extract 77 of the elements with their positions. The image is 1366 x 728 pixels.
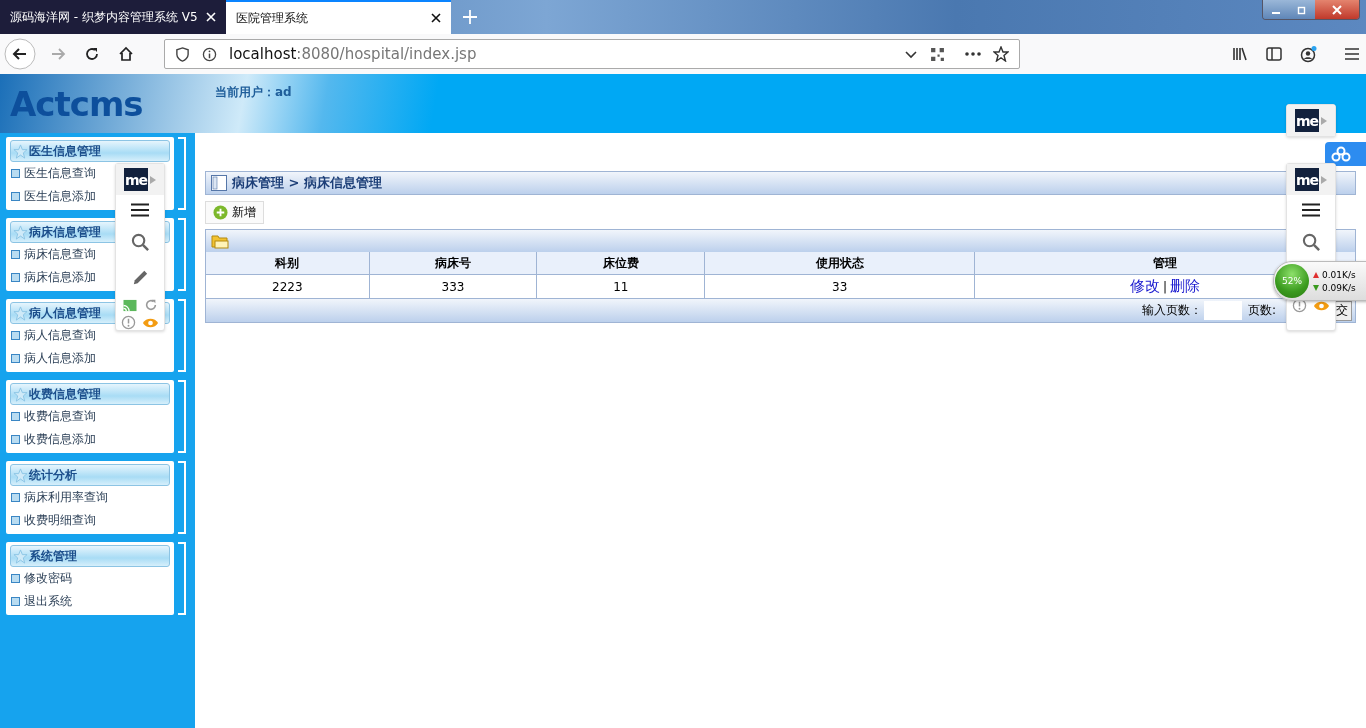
search-icon[interactable]	[1301, 233, 1321, 252]
folder-icon	[211, 233, 229, 249]
menu-item[interactable]: 收费明细查询	[10, 509, 170, 532]
star-icon	[13, 143, 28, 159]
star-icon	[13, 386, 28, 402]
close-icon	[1332, 4, 1342, 15]
menu-icon[interactable]	[1301, 203, 1321, 217]
browser-tab[interactable]: 医院管理系统	[225, 0, 451, 34]
info-icon	[202, 46, 217, 62]
delete-link[interactable]: 删除	[1170, 277, 1201, 295]
column-header: 科别	[206, 252, 370, 275]
menu-item[interactable]: 收费信息添加	[10, 428, 170, 451]
menu-item[interactable]: 病床信息查询	[10, 243, 170, 266]
sidebar-icon[interactable]	[1266, 46, 1282, 62]
menu-group-title[interactable]: 医生信息管理	[10, 140, 170, 162]
menu-group-title[interactable]: 收费信息管理	[10, 383, 170, 405]
breadcrumb-text: 病床管理 > 病床信息管理	[232, 174, 382, 192]
column-header: 病床号	[369, 252, 537, 275]
me-badge: me	[1295, 168, 1319, 191]
page-count-label: 页数:	[1247, 302, 1276, 319]
browser-tab[interactable]: 源码海洋网 - 织梦内容管理系统 V5	[0, 0, 226, 34]
shield-icon	[175, 46, 190, 62]
add-icon	[213, 205, 228, 220]
cloud-icon	[1331, 146, 1351, 162]
eye-icon[interactable]	[1313, 299, 1330, 312]
home-icon[interactable]	[118, 46, 134, 62]
table-cell: 11	[536, 274, 705, 299]
menu-item[interactable]: 收费信息查询	[10, 405, 170, 428]
star-icon	[13, 548, 28, 564]
address-bar[interactable]: localhost:8080/hospital/index.jsp	[164, 39, 1020, 69]
more-icon[interactable]	[965, 52, 981, 56]
menu-item[interactable]: 病床利用率查询	[10, 486, 170, 509]
table-cell: 333	[369, 274, 537, 299]
cloud-button[interactable]	[1325, 142, 1366, 166]
restore-icon	[1297, 4, 1307, 15]
table-cell: 2223	[206, 274, 370, 299]
menu-group-title[interactable]: 系统管理	[10, 545, 170, 567]
url-text: localhost:8080/hospital/index.jsp	[229, 45, 477, 63]
minimize-icon	[1272, 11, 1280, 14]
window-icon	[211, 175, 227, 191]
maximize-button[interactable]	[1289, 0, 1315, 19]
star-icon	[13, 224, 28, 240]
add-button[interactable]: 新增	[205, 201, 264, 224]
page-input-field[interactable]	[1203, 301, 1242, 320]
separator: |	[1163, 280, 1168, 294]
menu-item[interactable]: 退出系统	[10, 590, 170, 613]
alert-icon[interactable]	[121, 315, 136, 330]
table-cell: 33	[704, 274, 975, 299]
minimize-button[interactable]	[1263, 0, 1289, 19]
page-input-label: 输入页数：	[1141, 302, 1202, 319]
account-icon[interactable]	[1300, 45, 1318, 63]
refresh-icon[interactable]	[144, 298, 158, 312]
library-icon[interactable]	[1232, 46, 1248, 62]
menu-group-title[interactable]: 统计分析	[10, 464, 170, 486]
menu-item[interactable]: 病人信息查询	[10, 324, 170, 347]
qr-code-icon[interactable]	[930, 46, 945, 62]
edit-link[interactable]: 修改	[1130, 277, 1161, 295]
column-header: 床位费	[536, 252, 705, 275]
column-header: 使用状态	[704, 252, 975, 275]
new-tab-icon[interactable]	[462, 10, 477, 24]
star-icon	[13, 467, 28, 483]
star-icon[interactable]	[993, 46, 1009, 62]
menu-item[interactable]: 病床信息添加	[10, 266, 170, 289]
reload-icon[interactable]	[84, 46, 100, 62]
menu-item[interactable]: 病人信息添加	[10, 347, 170, 370]
current-user: 当前用户：ad	[215, 84, 292, 101]
back-icon[interactable]	[4, 38, 36, 70]
close-button[interactable]	[1315, 0, 1359, 19]
star-icon	[13, 305, 28, 321]
download-rate: 0.09K/s	[1313, 282, 1356, 293]
search-icon[interactable]	[130, 233, 150, 252]
close-icon[interactable]	[430, 13, 441, 23]
menu-item[interactable]: 修改密码	[10, 567, 170, 590]
me-badge: me	[124, 168, 148, 191]
usage-gauge: 52%	[1275, 264, 1309, 298]
menu-icon[interactable]	[130, 203, 150, 217]
me-badge: me	[1295, 109, 1319, 132]
